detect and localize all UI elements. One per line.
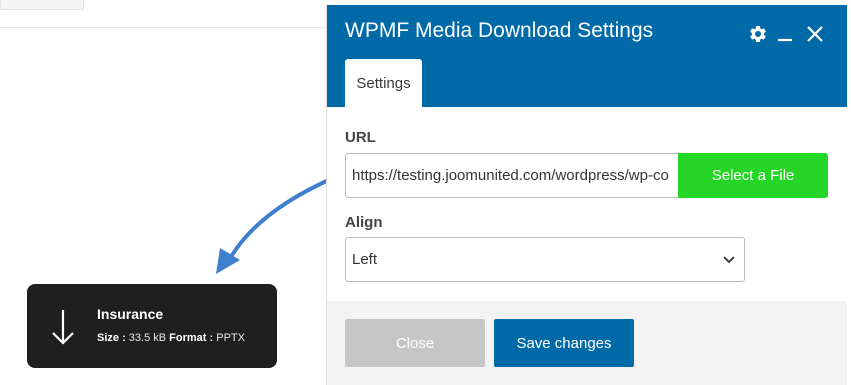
tab-settings[interactable]: Settings (345, 59, 422, 107)
chevron-down-icon (723, 256, 735, 264)
format-label: Format : (169, 332, 214, 344)
download-meta: Size : 33.5 kB Format : PPTX (97, 332, 245, 344)
align-selected-value: Left (352, 251, 378, 268)
divider (0, 27, 327, 28)
close-button[interactable]: Close (345, 319, 485, 367)
arrow-down-icon (52, 310, 74, 345)
download-title: Insurance (97, 306, 164, 322)
media-download-settings-dialog: WPMF Media Download Settings Settings UR… (327, 5, 847, 385)
dialog-header: WPMF Media Download Settings Settings (327, 5, 847, 107)
close-icon[interactable] (804, 23, 826, 45)
annotation-arrow (216, 176, 335, 274)
url-input[interactable] (345, 153, 678, 198)
gear-icon[interactable] (747, 23, 769, 45)
size-value: 33.5 kB (128, 332, 167, 344)
download-card[interactable]: Insurance Size : 33.5 kB Format : PPTX (27, 284, 277, 368)
save-changes-button[interactable]: Save changes (494, 319, 634, 367)
url-label: URL (345, 129, 376, 146)
select-file-button[interactable]: Select a File (678, 153, 828, 198)
page: Insurance Size : 33.5 kB Format : PPTX W… (0, 0, 851, 385)
minimize-icon[interactable] (774, 23, 796, 45)
top-element-fragment (0, 0, 84, 10)
align-label: Align (345, 214, 383, 231)
align-select[interactable]: Left (345, 237, 745, 282)
dialog-footer: Close Save changes (327, 301, 847, 385)
format-value: PPTX (216, 332, 245, 344)
size-label: Size : (97, 332, 126, 344)
dialog-title: WPMF Media Download Settings (345, 19, 654, 42)
